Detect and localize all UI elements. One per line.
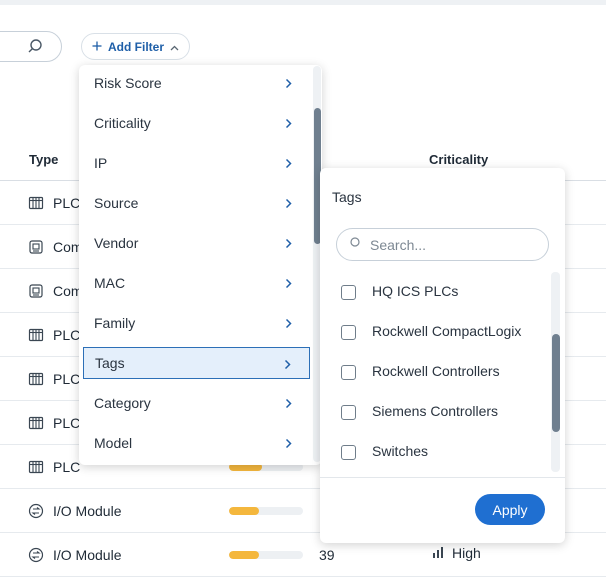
filter-option-label: Risk Score — [94, 75, 162, 91]
chevron-right-icon — [284, 357, 291, 373]
filter-option-label: Vendor — [94, 235, 139, 251]
search-icon — [27, 38, 43, 59]
plc-icon — [28, 327, 44, 343]
filter-option-label: Tags — [95, 355, 125, 371]
search-input[interactable] — [0, 31, 62, 62]
tag-option[interactable]: Siemens Controllers — [341, 400, 498, 424]
tag-label: Siemens Controllers — [372, 403, 499, 419]
device-type: PLC — [53, 415, 81, 431]
column-header-criticality[interactable]: Criticality — [429, 152, 488, 167]
filter-option-label: Category — [94, 395, 151, 411]
add-filter-button[interactable]: Add Filter — [81, 33, 190, 60]
tags-panel-divider — [320, 477, 565, 478]
filter-option-ip[interactable]: IP — [83, 147, 310, 179]
chevron-right-icon — [285, 276, 292, 292]
chevron-up-icon — [170, 40, 179, 54]
tag-checkbox[interactable] — [341, 324, 356, 340]
tag-option[interactable]: Rockwell CompactLogix — [341, 320, 521, 344]
column-header-type[interactable]: Type — [29, 152, 58, 167]
tag-label: Rockwell CompactLogix — [372, 323, 522, 339]
plc-icon — [28, 415, 44, 431]
chevron-right-icon — [285, 156, 292, 172]
tags-search-input[interactable] — [370, 236, 530, 253]
device-type: I/O Module — [53, 503, 122, 519]
plc-icon — [28, 195, 44, 211]
search-icon — [350, 236, 362, 254]
filter-option-category[interactable]: Category — [83, 387, 310, 419]
chevron-right-icon — [285, 316, 292, 332]
criticality-value: High — [432, 545, 481, 561]
device-type: I/O Module — [53, 547, 122, 563]
device-type: PLC — [53, 195, 81, 211]
risk-score: 39 — [319, 547, 335, 563]
filter-option-model[interactable]: Model — [83, 427, 310, 459]
filter-option-source[interactable]: Source — [83, 187, 310, 219]
apply-button[interactable]: Apply — [475, 494, 545, 525]
plus-icon — [92, 40, 102, 54]
comm-module-icon — [28, 239, 44, 255]
chevron-right-icon — [285, 116, 292, 132]
chevron-right-icon — [285, 196, 292, 212]
risk-bar — [229, 507, 303, 515]
chevron-right-icon — [285, 76, 292, 92]
filter-option-vendor[interactable]: Vendor — [83, 227, 310, 259]
tag-checkbox[interactable] — [341, 284, 356, 300]
filter-option-family[interactable]: Family — [83, 307, 310, 339]
device-type: PLC — [53, 371, 81, 387]
chevron-right-icon — [285, 236, 292, 252]
filter-option-risk-score[interactable]: Risk Score — [83, 67, 310, 99]
tag-checkbox[interactable] — [341, 444, 356, 460]
top-bar — [0, 0, 606, 5]
chevron-right-icon — [285, 436, 292, 452]
risk-bar-fill — [229, 507, 259, 515]
filter-option-label: Model — [94, 435, 133, 451]
plc-icon — [28, 371, 44, 387]
filter-option-label: MAC — [94, 275, 126, 291]
device-type: PLC — [53, 327, 81, 343]
chevron-right-icon — [285, 396, 292, 412]
io-module-icon — [28, 503, 44, 519]
tags-search-field[interactable] — [336, 228, 549, 261]
filter-option-label: IP — [94, 155, 108, 171]
filter-option-label: Criticality — [94, 115, 151, 131]
plc-icon — [28, 459, 44, 475]
tag-option[interactable]: HQ ICS PLCs — [341, 280, 458, 304]
tag-option[interactable]: Switches — [341, 440, 428, 464]
tag-label: HQ ICS PLCs — [372, 283, 459, 299]
tags-scroll-thumb[interactable] — [552, 334, 560, 432]
criticality-label: High — [452, 545, 481, 561]
filter-option-label: Source — [94, 195, 139, 211]
tag-label: Switches — [372, 443, 429, 459]
tags-panel-title: Tags — [332, 189, 362, 205]
filter-option-mac[interactable]: MAC — [83, 267, 310, 299]
tag-label: Rockwell Controllers — [372, 363, 500, 379]
tag-option[interactable]: Rockwell Controllers — [341, 360, 500, 384]
add-filter-label: Add Filter — [108, 39, 164, 54]
tags-panel: Tags HQ ICS PLCs Rockwell CompactLogix Roc… — [320, 168, 565, 543]
filter-option-label: Family — [94, 315, 136, 331]
filter-option-criticality[interactable]: Criticality — [83, 107, 310, 139]
device-type: PLC — [53, 459, 81, 475]
comm-module-icon — [28, 283, 44, 299]
tag-checkbox[interactable] — [341, 364, 356, 380]
io-module-icon — [28, 547, 44, 563]
filter-option-tags[interactable]: Tags — [83, 347, 310, 379]
signal-bars-icon — [432, 545, 444, 561]
risk-bar-fill — [229, 551, 259, 559]
risk-bar — [229, 551, 303, 559]
tag-checkbox[interactable] — [341, 404, 356, 420]
